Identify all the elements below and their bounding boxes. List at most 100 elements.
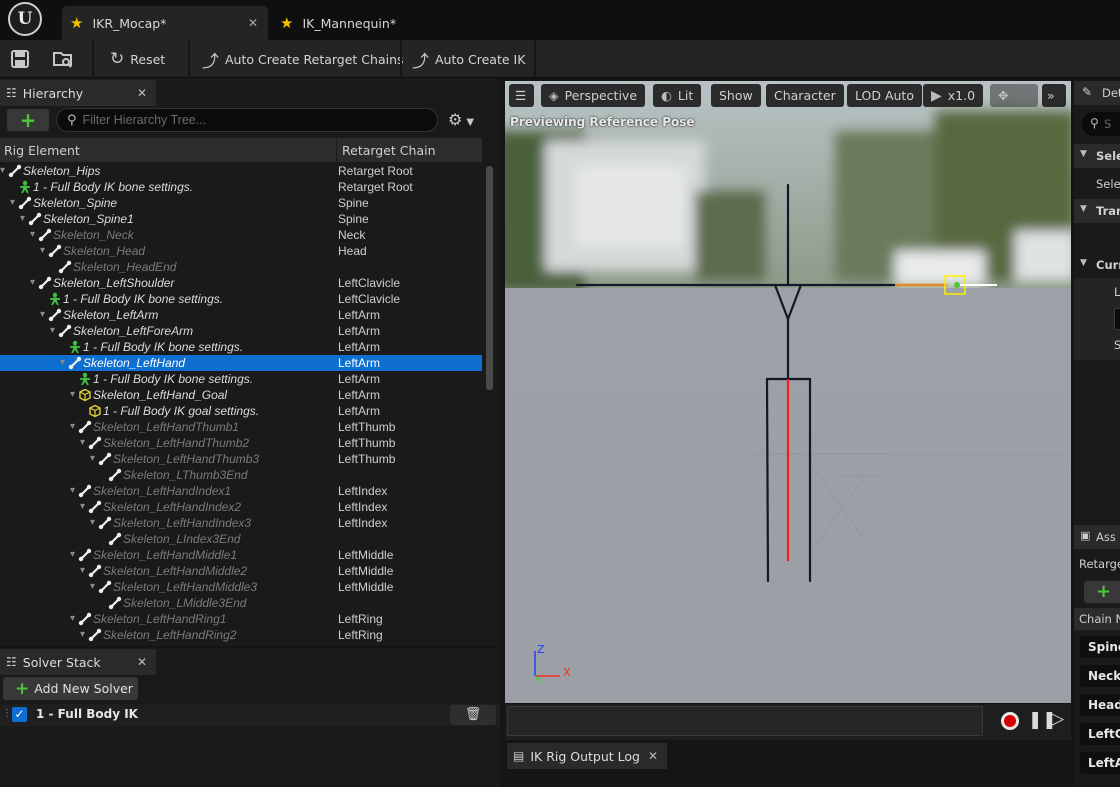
transform-tools-button[interactable]: ✥: [990, 84, 1038, 107]
hierarchy-search-input[interactable]: [82, 113, 413, 127]
tree-row[interactable]: 1 - Full Body IK bone settings. Retarget …: [0, 179, 482, 195]
solver-item[interactable]: ⋮ ✓ 1 - Full Body IK 🗑: [0, 704, 500, 726]
tree-row-chain[interactable]: LeftMiddle: [338, 579, 393, 595]
hierarchy-search[interactable]: ⚲: [56, 108, 438, 132]
expand-arrow-icon[interactable]: ▾: [60, 355, 65, 371]
column-divider[interactable]: [336, 138, 337, 162]
expand-arrow-icon[interactable]: ▾: [40, 307, 45, 323]
expand-arrow-icon[interactable]: ▾: [70, 387, 75, 403]
close-icon[interactable]: ✕: [137, 86, 147, 100]
expand-arrow-icon[interactable]: ▾: [90, 579, 95, 595]
settings-gear-icon[interactable]: ⚙ ▼: [448, 110, 474, 129]
tree-row-chain[interactable]: LeftMiddle: [338, 547, 393, 563]
tree-row[interactable]: 1 - Full Body IK bone settings. LeftArm: [0, 371, 482, 387]
tree-row[interactable]: ▾ Skeleton_LeftHandMiddle2 LeftMiddle: [0, 563, 482, 579]
tree-row[interactable]: 1 - Full Body IK goal settings. LeftArm: [0, 403, 482, 419]
expand-arrow-icon[interactable]: ▾: [70, 419, 75, 435]
tree-row-chain[interactable]: LeftArm: [338, 339, 380, 355]
chain-item[interactable]: Head: [1080, 694, 1120, 716]
tree-row-chain[interactable]: LeftRing: [338, 611, 383, 627]
add-chain-button[interactable]: +: [1084, 581, 1120, 603]
tree-row[interactable]: ▾ Skeleton_LeftHandRing1 LeftRing: [0, 611, 482, 627]
expand-arrow-icon[interactable]: ▾: [10, 195, 15, 211]
tree-row-chain[interactable]: LeftIndex: [338, 499, 387, 515]
unreal-logo-icon[interactable]: U: [8, 2, 42, 36]
chain-item[interactable]: Neck: [1080, 665, 1120, 687]
tree-row-chain[interactable]: LeftThumb: [338, 435, 395, 451]
viewport[interactable]: Z X ☰ ◈ Perspective ◐ Lit Show Character…: [505, 81, 1071, 703]
section-selection[interactable]: ▼ Sele: [1074, 144, 1120, 168]
add-element-button[interactable]: +: [7, 108, 49, 132]
expand-arrow-icon[interactable]: ▾: [30, 275, 35, 291]
close-icon[interactable]: ✕: [648, 749, 658, 763]
lit-button[interactable]: ◐ Lit: [653, 84, 702, 107]
tree-row[interactable]: ▾ Skeleton_LeftHand LeftArm: [0, 355, 482, 371]
record-button[interactable]: [1001, 712, 1019, 730]
expand-arrow-icon[interactable]: ▾: [90, 515, 95, 531]
auto-create-retarget-chains-button[interactable]: ⤴ Auto Create Retarget Chains: [202, 46, 404, 72]
tree-row-chain[interactable]: LeftArm: [338, 387, 380, 403]
tree-row-chain[interactable]: LeftRing: [338, 627, 383, 643]
close-icon[interactable]: ✕: [248, 16, 258, 30]
add-new-solver-button[interactable]: + Add New Solver: [3, 677, 138, 700]
expand-arrow-icon[interactable]: ▾: [90, 451, 95, 467]
output-log-tab[interactable]: ▤ IK Rig Output Log ✕: [507, 743, 667, 769]
tree-row-chain[interactable]: LeftArm: [338, 307, 380, 323]
tree-row-chain[interactable]: Neck: [338, 227, 365, 243]
character-button[interactable]: Character: [766, 84, 844, 107]
tree-row[interactable]: ▾ Skeleton_LeftHandRing2 LeftRing: [0, 627, 482, 643]
expand-arrow-icon[interactable]: ▾: [70, 547, 75, 563]
tree-row-chain[interactable]: LeftClavicle: [338, 291, 400, 307]
solver-stack-tab[interactable]: ☷ Solver Stack ✕: [0, 649, 156, 675]
current-field[interactable]: [1114, 308, 1120, 330]
chain-item[interactable]: LeftC: [1080, 723, 1120, 745]
section-transform[interactable]: ▼ Tran: [1074, 199, 1120, 223]
expand-arrow-icon[interactable]: ▾: [80, 563, 85, 579]
tab-ikr-mocap[interactable]: ★ IKR_Mocap* ✕: [62, 6, 268, 40]
tree-row[interactable]: ▾ Skeleton_LeftShoulder LeftClavicle: [0, 275, 482, 291]
expand-arrow-icon[interactable]: ▾: [40, 243, 45, 259]
tree-row-chain[interactable]: LeftIndex: [338, 515, 387, 531]
hierarchy-scrollbar[interactable]: [486, 166, 493, 390]
chain-name-header[interactable]: Chain N: [1079, 612, 1120, 626]
tree-row-chain[interactable]: LeftArm: [338, 403, 380, 419]
tree-row[interactable]: ▾ Skeleton_Head Head: [0, 243, 482, 259]
perspective-button[interactable]: ◈ Perspective: [541, 84, 646, 107]
tree-row[interactable]: 1 - Full Body IK bone settings. LeftClavi…: [0, 291, 482, 307]
tree-row[interactable]: ▾ Skeleton_LeftHandIndex3 LeftIndex: [0, 515, 482, 531]
expand-arrow-icon[interactable]: ▾: [70, 483, 75, 499]
chain-item[interactable]: LeftA: [1080, 752, 1120, 774]
tree-row-chain[interactable]: LeftIndex: [338, 483, 387, 499]
tree-row[interactable]: ▾ Skeleton_LeftArm LeftArm: [0, 307, 482, 323]
close-icon[interactable]: ✕: [137, 655, 147, 669]
expand-arrow-icon[interactable]: ▾: [80, 499, 85, 515]
tree-row[interactable]: ▾ Skeleton_LeftHand_Goal LeftArm: [0, 387, 482, 403]
tree-row[interactable]: Skeleton_HeadEnd: [0, 259, 482, 275]
save-button[interactable]: [10, 46, 30, 72]
tree-row[interactable]: ▾ Skeleton_LeftHandThumb1 LeftThumb: [0, 419, 482, 435]
drag-handle-icon[interactable]: ⋮: [2, 708, 12, 719]
tree-row[interactable]: ▾ Skeleton_Neck Neck: [0, 227, 482, 243]
section-current[interactable]: ▼ Curr: [1074, 253, 1120, 277]
tree-row[interactable]: ▾ Skeleton_Spine Spine: [0, 195, 482, 211]
tree-row[interactable]: ▾ Skeleton_LeftHandIndex2 LeftIndex: [0, 499, 482, 515]
tree-row[interactable]: Skeleton_LThumb3End: [0, 467, 482, 483]
tree-row[interactable]: ▾ Skeleton_LeftHandThumb3 LeftThumb: [0, 451, 482, 467]
tree-row-chain[interactable]: LeftMiddle: [338, 563, 393, 579]
hierarchy-tab[interactable]: ☷ Hierarchy ✕: [0, 80, 156, 106]
expand-arrow-icon[interactable]: ▾: [20, 211, 25, 227]
tab-ik-mannequin[interactable]: ★ IK_Mannequin*: [272, 6, 472, 40]
tree-row[interactable]: 1 - Full Body IK bone settings. LeftArm: [0, 339, 482, 355]
tree-row[interactable]: ▾ Skeleton_LeftHandIndex1 LeftIndex: [0, 483, 482, 499]
col-rig-element[interactable]: Rig Element: [4, 143, 80, 158]
chain-item[interactable]: Spine: [1080, 636, 1120, 658]
details-tab[interactable]: ✎ Det: [1074, 81, 1120, 105]
tree-row-chain[interactable]: LeftArm: [338, 371, 380, 387]
more-options-button[interactable]: »: [1042, 84, 1066, 107]
viewport-menu-button[interactable]: ☰: [509, 84, 534, 107]
step-forward-button[interactable]: ▷: [1051, 709, 1064, 729]
expand-arrow-icon[interactable]: ▾: [70, 611, 75, 627]
expand-arrow-icon[interactable]: ▾: [50, 323, 55, 339]
tree-row[interactable]: ▾ Skeleton_Spine1 Spine: [0, 211, 482, 227]
solver-enabled-checkbox[interactable]: ✓: [12, 707, 27, 722]
